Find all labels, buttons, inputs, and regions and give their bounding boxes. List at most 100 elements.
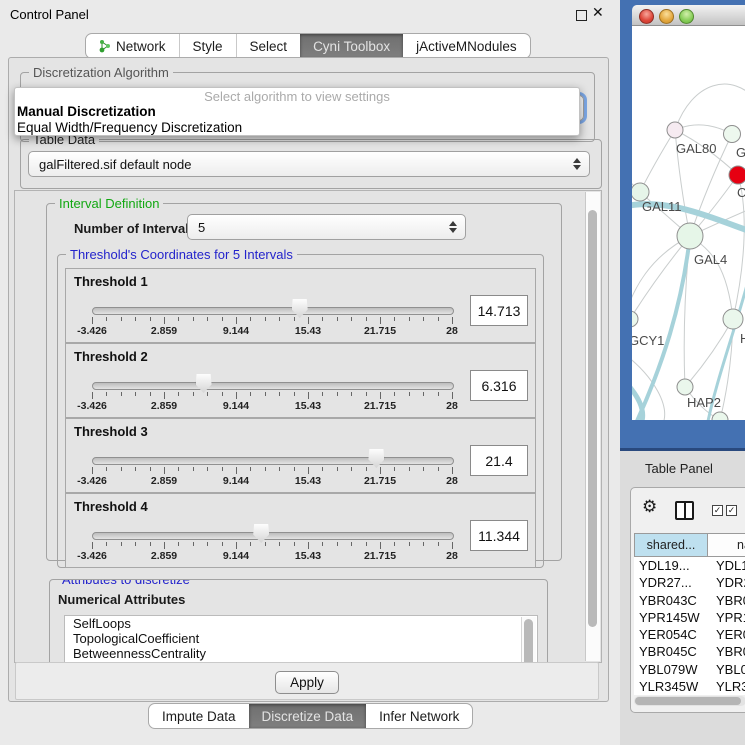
cell-shared-name: YDR27... [634, 574, 708, 591]
cell-name: YBL0 [708, 661, 745, 678]
network-node[interactable] [723, 309, 743, 329]
tab-label: Cyni Toolbox [313, 39, 390, 54]
network-edge [675, 84, 745, 130]
dropdown-item-manual-discretization[interactable]: Manual Discretization [15, 104, 579, 120]
gear-icon[interactable]: ⚙ [642, 497, 657, 517]
numerical-attributes-list[interactable]: SelfLoopsTopologicalCoefficientBetweenne… [64, 615, 538, 663]
network-edge-thick [632, 378, 643, 420]
dropdown-placeholder-item[interactable]: Select algorithm to view settings [15, 89, 579, 104]
table-row[interactable]: YBL079WYBL0 [634, 661, 745, 678]
network-node[interactable] [729, 166, 745, 184]
network-node[interactable] [724, 126, 741, 143]
horizontal-scrollbar-thumb[interactable] [635, 697, 741, 705]
cell-shared-name: YER054C [634, 626, 708, 643]
table-row[interactable]: YDR27...YDR2 [634, 574, 745, 591]
slider-axis-labels: -3.4262.8599.14415.4321.71528 [66, 550, 535, 562]
network-node[interactable] [667, 122, 683, 138]
column-header-name[interactable]: na [707, 533, 745, 557]
tab-impute-data[interactable]: Impute Data [149, 704, 249, 728]
interval-definition-label: Interval Definition [55, 196, 163, 211]
table-data-combobox[interactable]: galFiltered.sif default node [28, 151, 590, 177]
network-edge [640, 130, 675, 192]
network-node[interactable] [632, 311, 638, 327]
cell-shared-name: YPR145W [634, 609, 708, 626]
threshold-value-field[interactable]: 14.713 [470, 295, 528, 326]
slider-handle[interactable] [253, 524, 269, 543]
tab-discretize-data[interactable]: Discretize Data [249, 704, 367, 728]
table-row[interactable]: YER054CYER0 [634, 626, 745, 643]
pane-scrollbar[interactable] [585, 192, 600, 661]
slider-track[interactable] [92, 532, 454, 540]
pane-scrollbar-thumb[interactable] [588, 210, 597, 627]
cell-name: YER0 [708, 626, 745, 643]
slider-axis-labels: -3.4262.8599.14415.4321.71528 [66, 400, 535, 412]
checkbox-icon[interactable]: ✓ [712, 505, 723, 516]
table-row[interactable]: YBR043CYBR0 [634, 592, 745, 609]
thresholds-group: Threshold's Coordinates for 5 Intervals … [57, 254, 544, 568]
close-icon[interactable]: ✕ [592, 4, 604, 21]
slider-track[interactable] [92, 382, 454, 390]
threshold-value-field[interactable]: 21.4 [470, 445, 528, 476]
attributes-group: Attributes to discretize Numerical Attri… [49, 579, 548, 663]
checkbox-icon[interactable]: ✓ [726, 505, 737, 516]
threshold-value-field[interactable]: 11.344 [470, 520, 528, 551]
node-label-c: C [737, 185, 745, 200]
table-row[interactable]: YDL19...YDL1 [634, 557, 745, 574]
bottom-tab-bar: Impute DataDiscretize Data Infer Network [148, 703, 473, 729]
dropdown-item-equal-width-frequency-discretization[interactable]: Equal Width/Frequency Discretization [15, 120, 579, 136]
tab-jactivemnodules[interactable]: jActiveMNodules [403, 34, 530, 58]
cell-name: YBR0 [708, 592, 745, 609]
number-of-intervals-value: 5 [198, 220, 205, 235]
float-window-icon[interactable] [576, 10, 587, 21]
slider-track[interactable] [92, 457, 454, 465]
threshold-4-box: Threshold 4-3.4262.8599.14415.4321.71528… [65, 493, 536, 568]
cell-shared-name: YBL079W [634, 661, 708, 678]
list-scrollbar-thumb[interactable] [524, 619, 533, 663]
cell-shared-name: YDL19... [634, 557, 708, 574]
network-edge [690, 236, 733, 319]
minimize-traffic-light-icon[interactable] [659, 9, 674, 24]
network-node[interactable] [677, 223, 703, 249]
table-rows: YDL19...YDL1YDR27...YDR2YBR043CYBR0YPR14… [634, 557, 745, 695]
cell-name: YPR1 [708, 609, 745, 626]
slider-handle[interactable] [368, 449, 384, 468]
network-node[interactable] [677, 379, 693, 395]
node-label-gal4: GAL4 [694, 252, 727, 267]
number-of-intervals-label: Number of Intervals [74, 221, 196, 236]
table-row[interactable]: YLR345WYLR3 [634, 678, 745, 695]
network-node[interactable] [712, 412, 728, 420]
horizontal-scrollbar[interactable] [634, 696, 745, 706]
slider-ticks [66, 542, 535, 550]
apply-button[interactable]: Apply [275, 671, 339, 694]
cell-shared-name: YBR043C [634, 592, 708, 609]
slider-handle[interactable] [292, 299, 308, 318]
tab-network[interactable]: Network [86, 34, 179, 58]
close-traffic-light-icon[interactable] [639, 9, 654, 24]
table-row[interactable]: YPR145WYPR1 [634, 609, 745, 626]
threshold-label: Threshold 2 [74, 349, 148, 364]
zoom-traffic-light-icon[interactable] [679, 9, 694, 24]
slider-handle[interactable] [196, 374, 212, 393]
number-of-intervals-combobox[interactable]: 5 [187, 214, 466, 240]
node-label-h: H [740, 331, 745, 346]
column-header-shared[interactable]: shared... [634, 533, 708, 557]
list-item-topologicalcoefficient[interactable]: TopologicalCoefficient [65, 631, 537, 646]
split-columns-icon[interactable] [675, 501, 694, 520]
tab-label: Infer Network [379, 709, 459, 724]
apply-bar: Apply [15, 662, 599, 700]
table-panel: ⚙ ✓ ✓ shared... na YDL19...YDL1YDR27...Y… [630, 487, 745, 713]
table-row[interactable]: YBR045CYBR0 [634, 643, 745, 660]
tab-infer-network[interactable]: Infer Network [366, 704, 472, 728]
slider-ticks [66, 392, 535, 400]
numerical-attributes-label: Numerical Attributes [58, 592, 185, 607]
list-item-selfloops[interactable]: SelfLoops [65, 616, 537, 631]
tab-select[interactable]: Select [236, 34, 301, 58]
window-titlebar[interactable] [632, 5, 745, 26]
threshold-value-field[interactable]: 6.316 [470, 370, 528, 401]
tab-style[interactable]: Style [179, 34, 236, 58]
network-canvas[interactable]: GAL80GACGAL11GAL4GCY1HHAP2 [632, 26, 745, 420]
tab-cyni-toolbox[interactable]: Cyni Toolbox [300, 34, 403, 58]
list-scrollbar[interactable] [521, 617, 536, 663]
slider-track[interactable] [92, 307, 454, 315]
list-item-betweennesscentrality[interactable]: BetweennessCentrality [65, 646, 537, 661]
